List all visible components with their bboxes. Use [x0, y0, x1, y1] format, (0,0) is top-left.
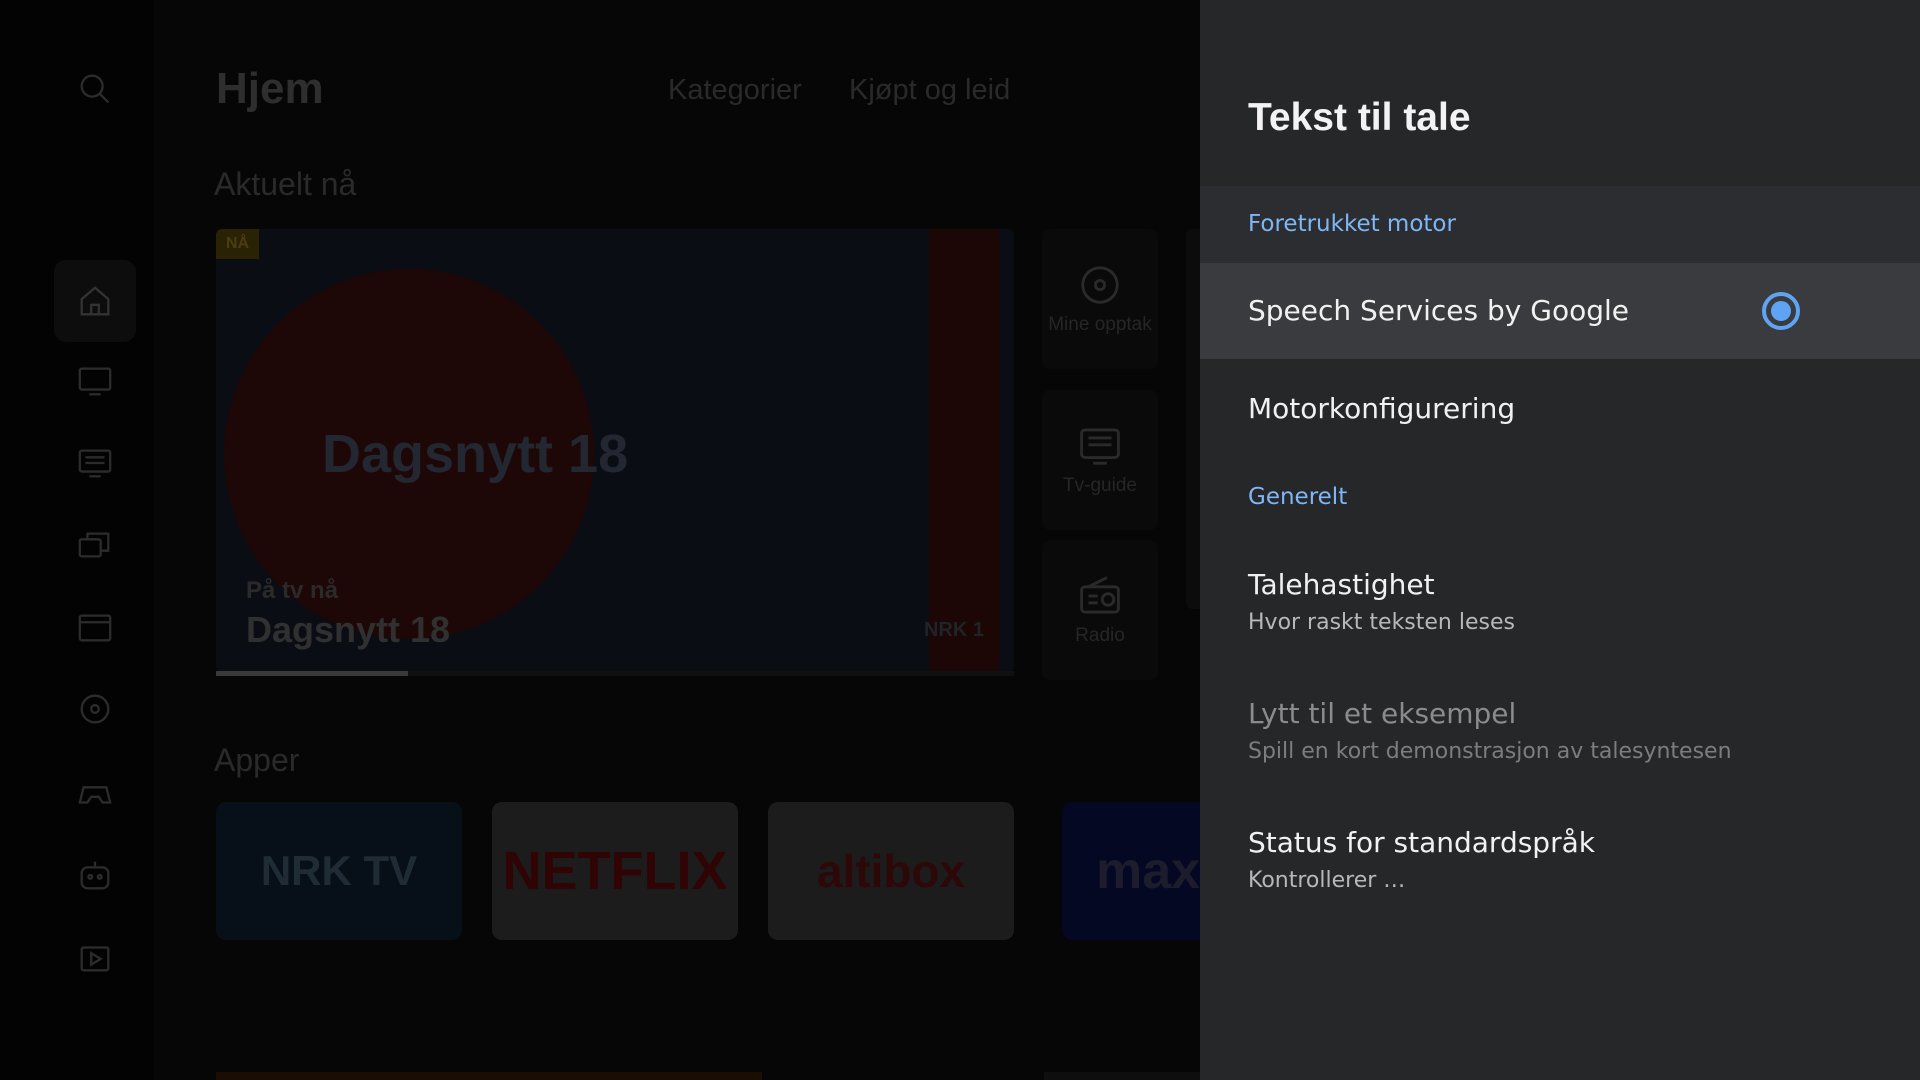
- listen-example-title: Lytt til et eksempel: [1248, 697, 1517, 730]
- page-title: Hjem: [216, 64, 324, 113]
- listen-example-subtitle: Spill en kort demonstrasjon av talesynte…: [1248, 739, 1732, 764]
- panel-title: Tekst til tale: [1248, 96, 1471, 139]
- tile-label: Radio: [1075, 624, 1125, 646]
- app-tile-nrk-tv[interactable]: NRK TV: [216, 802, 462, 940]
- hero-progress-fill: [216, 671, 408, 676]
- now-badge: NÅ: [216, 229, 260, 259]
- app-tile-altibox[interactable]: altibox: [768, 802, 1014, 940]
- hero-stripe: [929, 229, 999, 672]
- hero-logo-text: Dagsnytt 18: [322, 424, 629, 484]
- tab-categories[interactable]: Kategorier: [668, 74, 802, 107]
- home-icon[interactable]: [54, 260, 136, 342]
- section-apps-title: Apper: [214, 742, 300, 778]
- speech-rate-title: Talehastighet: [1248, 568, 1435, 601]
- preferred-engine-header: Foretrukket motor: [1248, 211, 1456, 237]
- my-recordings-tile[interactable]: Mine opptak: [1042, 229, 1158, 369]
- language-status-item[interactable]: Status for standardspråk Kontrollerer …: [1200, 814, 1920, 914]
- language-status-subtitle: Kontrollerer …: [1248, 868, 1406, 893]
- app-tile-netflix[interactable]: NETFLIX: [492, 802, 738, 940]
- tile-label: Tv-guide: [1063, 474, 1137, 496]
- hero-title: Dagsnytt 18: [246, 609, 451, 650]
- edge-tile: [1186, 229, 1200, 609]
- hero-card[interactable]: NÅ Dagsnytt 18 På tv nå Dagsnytt 18 NRK …: [216, 229, 1014, 672]
- search-icon[interactable]: [74, 68, 116, 110]
- language-status-title: Status for standardspråk: [1248, 826, 1595, 859]
- tts-settings-panel: Tekst til tale Foretrukket motor Speech …: [1200, 0, 1920, 1080]
- library-icon[interactable]: [74, 524, 116, 566]
- bottom-row-preview-2: [1044, 1072, 1200, 1080]
- tv-icon[interactable]: [74, 360, 116, 402]
- bottom-row-preview: [216, 1072, 762, 1080]
- engine-config-label: Motorkonfigurering: [1248, 392, 1516, 425]
- navigation-rail: [0, 0, 154, 1080]
- tile-label: Mine opptak: [1048, 313, 1152, 335]
- tv-guide-tile[interactable]: Tv-guide: [1042, 390, 1158, 530]
- hero-progress-bar: [216, 671, 1014, 676]
- section-now-title: Aktuelt nå: [214, 166, 357, 202]
- recordings-icon: [1081, 265, 1119, 304]
- engine-config-item[interactable]: Motorkonfigurering: [1200, 372, 1920, 444]
- radio-icon: [1080, 575, 1120, 614]
- games-icon[interactable]: [74, 772, 116, 814]
- hero-subtitle: På tv nå: [246, 577, 339, 604]
- engine-option-google[interactable]: Speech Services by Google: [1200, 263, 1920, 359]
- radio-tile[interactable]: Radio: [1042, 540, 1158, 680]
- recordings-icon[interactable]: [74, 688, 116, 730]
- tv-guide-icon: [1080, 428, 1120, 465]
- speech-rate-subtitle: Hvor raskt teksten leses: [1248, 610, 1515, 635]
- speech-rate-item[interactable]: Talehastighet Hvor raskt teksten leses: [1200, 556, 1920, 656]
- tv-guide-icon[interactable]: [74, 442, 116, 484]
- radio-selected-icon[interactable]: [1762, 292, 1800, 330]
- app-tile-max[interactable]: max: [1062, 802, 1200, 940]
- kids-icon[interactable]: [74, 854, 116, 896]
- home-screen-background: Hjem Kategorier Kjøpt og leid Aktuelt nå…: [0, 0, 1200, 1080]
- apps-icon[interactable]: [74, 936, 116, 978]
- channel-logo: NRK 1: [923, 619, 984, 641]
- listen-example-item[interactable]: Lytt til et eksempel Spill en kort demon…: [1200, 685, 1920, 785]
- movies-icon[interactable]: [74, 606, 116, 648]
- general-header: Generelt: [1248, 484, 1348, 510]
- engine-option-label: Speech Services by Google: [1248, 294, 1629, 327]
- tab-purchased[interactable]: Kjøpt og leid: [849, 74, 1010, 107]
